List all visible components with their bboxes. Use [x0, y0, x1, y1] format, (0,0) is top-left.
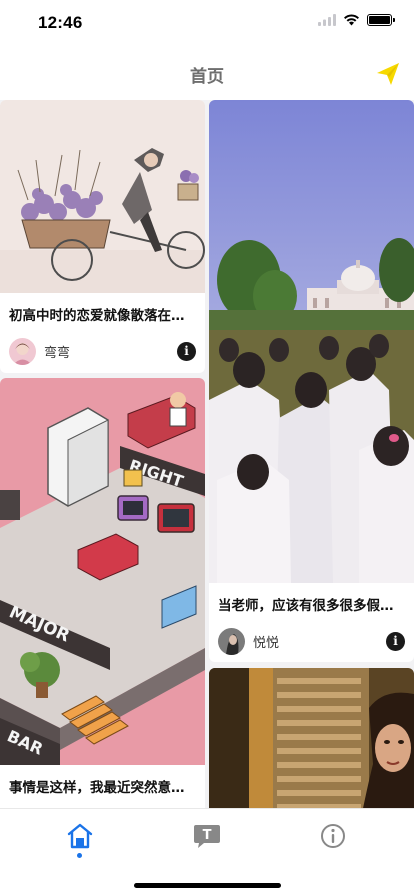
post-image — [0, 100, 205, 293]
home-icon[interactable] — [63, 819, 97, 853]
author-name: 悦悦 — [253, 636, 280, 651]
post-title: 事情是这样，我最近突然意… — [9, 780, 185, 796]
active-tab-indicator — [77, 853, 82, 858]
page-title: 首页 — [190, 67, 224, 87]
status-time: 12:46 — [38, 13, 83, 32]
signal-icon — [318, 14, 336, 26]
feed-grid: 初高中时的恋爱就像散落在… 弯弯 i RIGHT MAJOR BAR 事情是这样… — [0, 100, 414, 808]
post-card[interactable] — [209, 668, 414, 808]
info-icon[interactable]: i — [386, 632, 405, 651]
wifi-icon — [344, 14, 359, 26]
post-card[interactable]: 初高中时的恋爱就像散落在… 弯弯 i — [0, 100, 205, 373]
post-image — [209, 100, 414, 583]
post-image: RIGHT MAJOR BAR — [0, 378, 205, 765]
battery-icon — [367, 14, 395, 26]
post-author: 悦悦 — [218, 628, 279, 655]
post-card[interactable]: 当老师，应该有很多很多假… 悦悦 i — [209, 100, 414, 662]
status-bar: 12:46 — [0, 0, 414, 44]
author-name: 弯弯 — [44, 346, 71, 361]
post-image — [209, 668, 414, 808]
info-circle-icon[interactable] — [316, 819, 350, 853]
text-bubble-icon[interactable]: T — [190, 819, 224, 853]
post-card[interactable]: RIGHT MAJOR BAR 事情是这样，我最近突然意… — [0, 378, 205, 808]
avatar — [9, 338, 36, 365]
home-indicator — [134, 883, 281, 888]
info-icon[interactable]: i — [177, 342, 196, 361]
app-screen: 12:46 首页 初高中时的恋爱就像散落在… 弯弯 i RIGHT MAJOR … — [0, 0, 414, 896]
post-title: 初高中时的恋爱就像散落在… — [9, 308, 185, 324]
svg-text:T: T — [203, 828, 212, 843]
post-author: 弯弯 — [9, 338, 70, 365]
navigation-bar: 首页 — [0, 44, 414, 100]
status-icons — [318, 14, 395, 26]
avatar — [218, 628, 245, 655]
post-title: 当老师，应该有很多很多假… — [218, 598, 394, 614]
send-icon[interactable] — [374, 60, 402, 88]
